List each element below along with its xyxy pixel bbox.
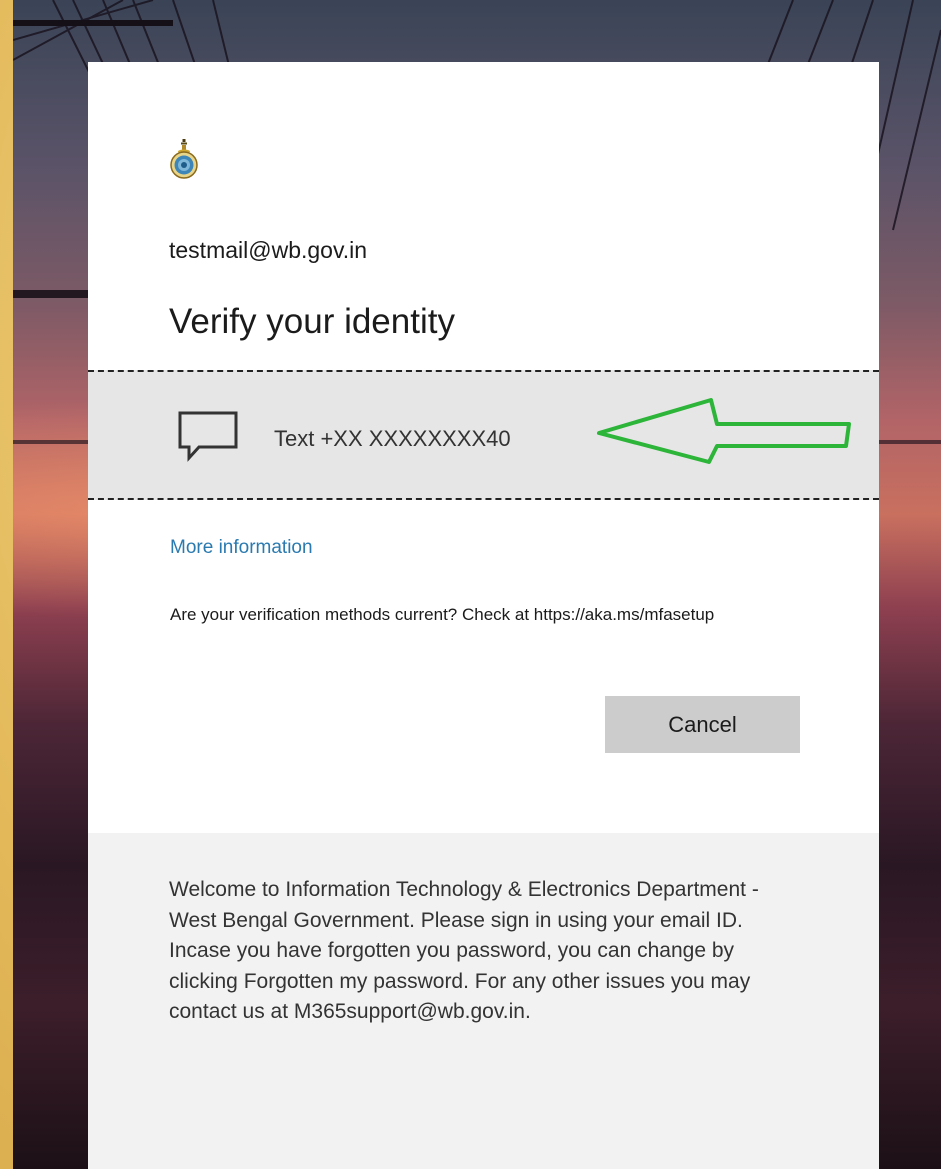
chat-bubble-icon <box>178 411 238 462</box>
annotation-arrow-icon <box>597 398 851 464</box>
more-information-link[interactable]: More information <box>170 537 313 559</box>
verification-method-sms[interactable]: Text +XX XXXXXXXX40 <box>88 370 879 500</box>
government-emblem-icon <box>170 139 198 179</box>
footer-panel: Welcome to Information Technology & Elec… <box>88 833 879 1169</box>
sign-in-card: testmail@wb.gov.in Verify your identity … <box>88 62 879 1169</box>
account-email: testmail@wb.gov.in <box>169 237 368 263</box>
method-label: Text +XX XXXXXXXX40 <box>274 426 511 451</box>
verification-methods-note: Are your verification methods current? C… <box>170 605 715 624</box>
page-title: Verify your identity <box>169 302 455 341</box>
footer-welcome-text: Welcome to Information Technology & Elec… <box>169 878 759 1023</box>
cancel-button[interactable]: Cancel <box>605 696 800 753</box>
